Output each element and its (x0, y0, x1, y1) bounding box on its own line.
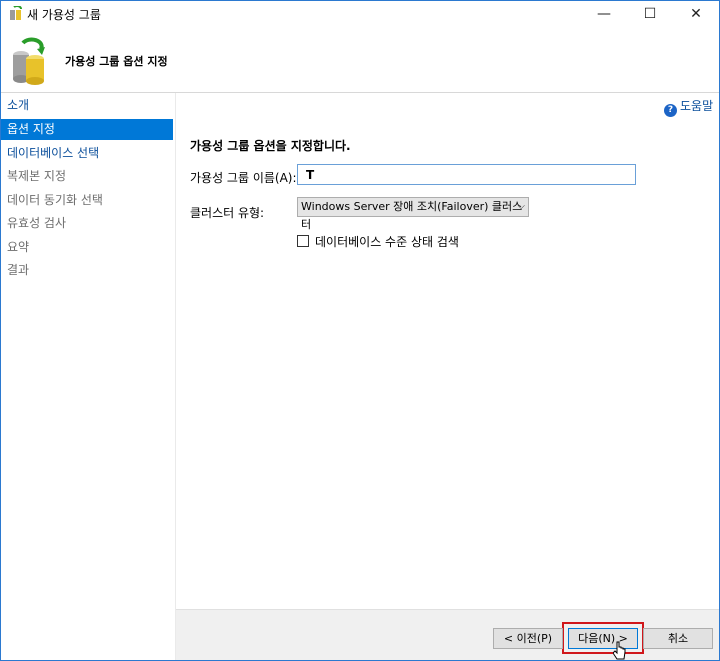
minimize-button[interactable]: — (581, 1, 627, 27)
sidebar-item-summary: 요약 (7, 240, 30, 254)
title-bar: 새 가용성 그룹 — ☐ ✕ (1, 1, 719, 27)
wizard-header: 가용성 그룹 옵션 지정 (1, 27, 719, 93)
ag-name-label: 가용성 그룹 이름(A): (190, 171, 297, 185)
help-label: 도움말 (680, 99, 714, 113)
window-title: 새 가용성 그룹 (27, 8, 101, 22)
db-health-detection-label: 데이터베이스 수준 상태 검색 (315, 235, 459, 249)
sidebar-item-results: 결과 (7, 263, 30, 277)
database-icon (10, 6, 23, 20)
sidebar-item-databases[interactable]: 데이터베이스 선택 (1, 143, 173, 164)
next-button[interactable]: 다음(N) > (568, 628, 638, 649)
db-health-detection-option[interactable]: 데이터베이스 수준 상태 검색 (297, 233, 459, 250)
sidebar-item-options[interactable]: 옵션 지정 (1, 119, 173, 140)
help-icon: ? (664, 104, 677, 117)
wizard-content: ?도움말 가용성 그룹 옵션을 지정합니다. 가용성 그룹 이름(A): 클러스… (176, 93, 719, 660)
wizard-window: 새 가용성 그룹 — ☐ ✕ 가용성 그룹 옵션 지정 소개 옵션 지정 데이터… (0, 0, 720, 661)
page-title: 가용성 그룹 옵션 지정 (65, 55, 168, 68)
section-title: 가용성 그룹 옵션을 지정합니다. (190, 139, 351, 153)
cluster-type-value: Windows Server 장애 조치(Failover) 클러스터 (301, 200, 523, 231)
maximize-button[interactable]: ☐ (627, 1, 673, 27)
cluster-type-label: 클러스터 유형: (190, 206, 265, 220)
chevron-down-icon: ⌵ (517, 201, 525, 212)
previous-button[interactable]: < 이전(P) (493, 628, 563, 649)
cluster-type-select[interactable]: Windows Server 장애 조치(Failover) 클러스터 ⌵ (297, 197, 529, 231)
help-link[interactable]: ? 도움말 (664, 97, 713, 117)
close-button[interactable]: ✕ (673, 1, 719, 27)
cancel-button[interactable]: 취소 (643, 628, 713, 649)
ag-name-input[interactable] (297, 164, 636, 185)
sidebar-item-replicas: 복제본 지정 (7, 169, 67, 183)
db-health-detection-checkbox[interactable] (297, 235, 309, 247)
sidebar-item-validation: 유효성 검사 (7, 216, 67, 230)
database-wizard-icon (13, 37, 45, 85)
mouse-cursor-icon (613, 641, 626, 660)
sidebar-item-intro[interactable]: 소개 (1, 95, 173, 116)
wizard-sidebar: 소개 옵션 지정 데이터베이스 선택 복제본 지정 데이터 동기화 선택 유효성… (1, 93, 175, 660)
sidebar-item-data-sync: 데이터 동기화 선택 (7, 193, 103, 207)
wizard-footer: < 이전(P) 다음(N) > 취소 (176, 609, 719, 660)
